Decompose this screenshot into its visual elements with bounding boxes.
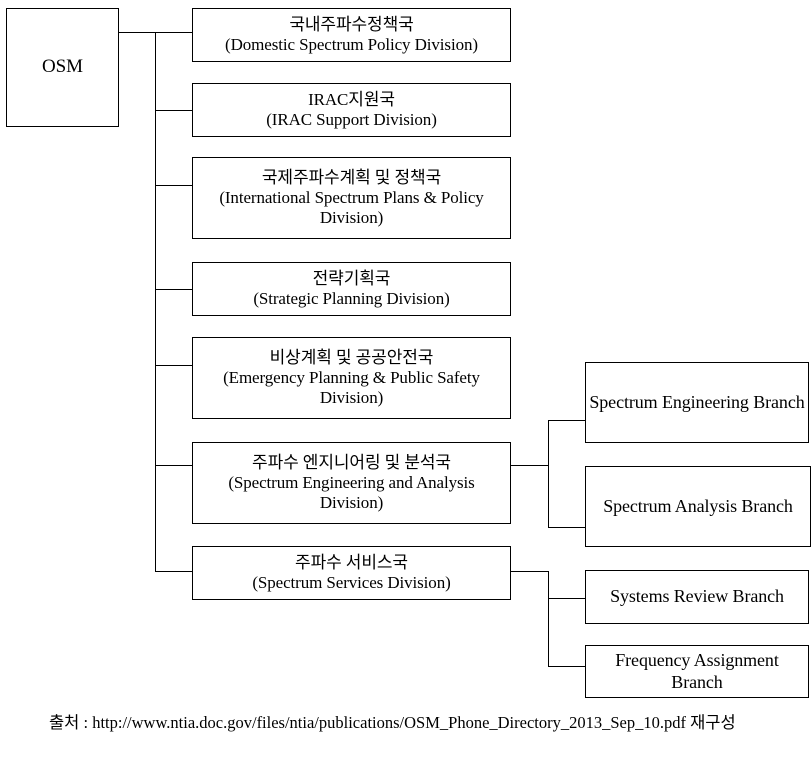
connector-eng-trunk	[548, 420, 549, 528]
node-label-en: Systems Review Branch	[610, 586, 784, 607]
node-label-ko: 주파수 엔지니어링 및 분석국	[252, 452, 451, 472]
node-label-en: (Spectrum Engineering and Analysis Divis…	[228, 472, 475, 513]
node-label-ko: IRAC지원국	[308, 89, 395, 109]
node-irac-support-division: IRAC지원국 (IRAC Support Division)	[192, 83, 511, 137]
connector-stub-7	[155, 571, 192, 572]
node-spectrum-analysis-branch: Spectrum Analysis Branch	[585, 466, 811, 547]
connector-svc-branch-1	[548, 598, 585, 599]
node-spectrum-engineering-and-analysis-division: 주파수 엔지니어링 및 분석국 (Spectrum Engineering an…	[192, 442, 511, 524]
org-chart-diagram: OSM 국내주파수정책국 (Domestic Spectrum Policy D…	[0, 0, 812, 758]
node-systems-review-branch: Systems Review Branch	[585, 570, 809, 624]
connector-eng-branch-2	[548, 527, 585, 528]
connector-eng-branch-1	[548, 420, 585, 421]
node-label-en: (Strategic Planning Division)	[253, 289, 450, 308]
connector-svc-branch-2	[548, 666, 585, 667]
node-label-en: (Spectrum Services Division)	[252, 573, 451, 592]
node-label-ko: 전략기획국	[312, 268, 391, 288]
node-domestic-spectrum-policy-division: 국내주파수정책국 (Domestic Spectrum Policy Divis…	[192, 8, 511, 62]
node-label-en: (IRAC Support Division)	[266, 110, 437, 129]
node-spectrum-services-division: 주파수 서비스국 (Spectrum Services Division)	[192, 546, 511, 600]
node-strategic-planning-division: 전략기획국 (Strategic Planning Division)	[192, 262, 511, 316]
connector-svc-out	[511, 571, 549, 572]
node-label-en: (Domestic Spectrum Policy Division)	[225, 35, 478, 54]
node-label-en: (International Spectrum Plans & Policy D…	[219, 187, 484, 228]
connector-eng-out	[511, 465, 549, 466]
connector-stub-2	[155, 110, 192, 111]
connector-stub-6	[155, 465, 192, 466]
connector-stub-3	[155, 185, 192, 186]
node-international-spectrum-plans-policy-division: 국제주파수계획 및 정책국 (International Spectrum Pl…	[192, 157, 511, 239]
node-osm: OSM	[6, 8, 119, 127]
node-label-en: Spectrum Analysis Branch	[603, 495, 793, 516]
node-label-en: Spectrum Engineering Branch	[589, 391, 805, 412]
node-label-ko: 비상계획 및 공공안전국	[269, 347, 434, 367]
connector-svc-trunk	[548, 571, 549, 667]
connector-stub-5	[155, 365, 192, 366]
node-spectrum-engineering-branch: Spectrum Engineering Branch	[585, 362, 809, 443]
node-label-en: (Emergency Planning & Public Safety Divi…	[223, 367, 480, 408]
node-osm-label: OSM	[42, 56, 83, 78]
node-emergency-planning-public-safety-division: 비상계획 및 공공안전국 (Emergency Planning & Publi…	[192, 337, 511, 419]
connector-main-trunk	[155, 32, 156, 572]
node-label-ko: 주파수 서비스국	[295, 552, 408, 572]
source-note: 출처 : http://www.ntia.doc.gov/files/ntia/…	[49, 713, 736, 732]
node-label-en: Frequency Assignment Branch	[615, 650, 779, 692]
connector-stub-4	[155, 289, 192, 290]
node-frequency-assignment-branch: Frequency Assignment Branch	[585, 645, 809, 698]
connector-root-out	[119, 32, 155, 33]
node-label-ko: 국내주파수정책국	[289, 14, 414, 34]
node-label-ko: 국제주파수계획 및 정책국	[261, 167, 442, 187]
connector-stub-1	[155, 32, 192, 33]
